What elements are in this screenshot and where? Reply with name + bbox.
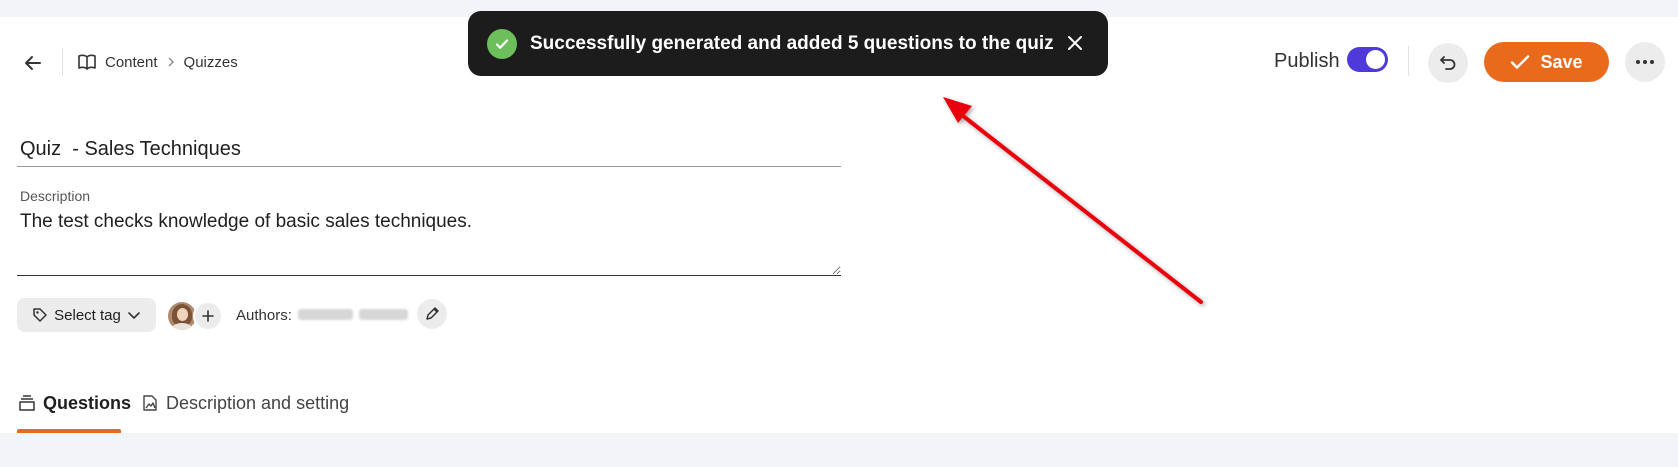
toast-message: Successfully generated and added 5 quest… [530,32,1054,54]
tab-questions-label: Questions [43,392,132,413]
stack-icon [19,395,35,411]
description-textarea[interactable]: The test checks knowledge of basic sales… [17,207,841,276]
document-image-icon [143,395,157,411]
back-button[interactable] [18,48,48,78]
breadcrumb-content[interactable]: Content [105,54,158,71]
header-divider [62,48,63,76]
check-circle-icon [487,28,517,59]
tag-icon [33,308,47,322]
chevron-down-icon [128,312,140,320]
save-button[interactable]: Save [1484,42,1609,82]
close-icon [1068,36,1082,50]
success-toast: Successfully generated and added 5 quest… [468,11,1108,76]
breadcrumb-quizzes[interactable]: Quizzes [184,54,238,71]
plus-icon [202,310,214,322]
quiz-editor-page: Content Quizzes Successfully generated a… [0,0,1678,467]
breadcrumb: Content Quizzes [77,50,238,74]
publish-toggle[interactable] [1347,47,1388,72]
description-label: Description [20,188,91,204]
tab-questions[interactable]: Questions [18,390,131,416]
add-author-button[interactable] [193,301,223,331]
more-options-button[interactable] [1625,42,1665,82]
more-horizontal-icon [1636,60,1654,64]
chevron-right-icon [166,56,176,68]
tab-description-label: Description and setting [166,392,350,413]
publish-label: Publish [1274,50,1340,72]
undo-button[interactable] [1428,43,1468,83]
select-tag-label: Select tag [54,306,121,324]
authors-name-redacted [298,307,408,322]
book-icon [78,54,96,70]
edit-authors-button[interactable] [417,299,447,329]
pencil-icon [426,307,439,320]
arrow-left-icon [25,56,41,70]
tab-description-and-setting[interactable]: Description and setting [141,390,349,416]
content-band [0,433,1678,467]
toggle-knob [1366,50,1385,69]
select-tag-button[interactable]: Select tag [17,298,156,332]
check-icon [1511,55,1530,69]
quiz-title-input[interactable] [17,133,841,167]
actions-divider [1408,46,1409,76]
undo-icon [1440,56,1456,70]
toast-close-button[interactable] [1064,32,1086,54]
authors-label: Authors: [236,307,292,324]
author-avatar[interactable] [168,302,196,330]
save-label: Save [1540,51,1583,72]
